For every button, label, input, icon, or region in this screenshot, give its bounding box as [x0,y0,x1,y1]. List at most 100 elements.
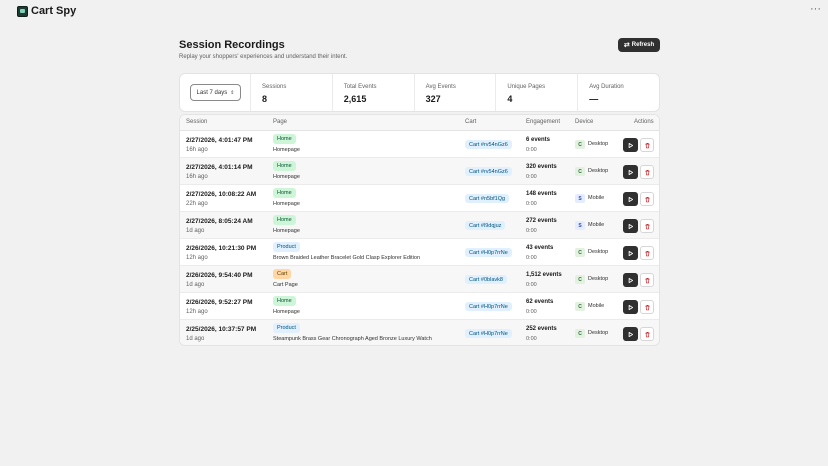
page-name: Steampunk Brass Gear Chronograph Aged Br… [273,336,432,342]
session-age: 16h ago [186,147,208,153]
table-row[interactable]: 2/27/2026, 8:05:24 AM 1d ago Home Homepa… [180,212,659,239]
stat-label: Total Events [343,84,377,90]
stat-value: 4 [507,94,513,104]
cart-badge[interactable]: Cart #n5bf1Qg [465,194,510,203]
table-row[interactable]: 2/27/2026, 10:08:22 AM 22h ago Home Home… [180,185,659,212]
stat-unique-pages: Unique Pages 4 [496,74,579,111]
session-age: 1d ago [186,282,205,288]
cart-badge[interactable]: Cart #H0p7rrNe [465,302,512,311]
trash-icon [644,223,650,229]
date-range-label: Last 7 days [196,89,228,96]
play-button[interactable] [623,327,638,341]
stat-value: 8 [262,94,268,104]
session-date: 2/27/2026, 8:05:24 AM [186,218,253,225]
stat-label: Avg Duration [589,84,624,90]
session-duration: 0:00 [526,255,537,261]
table-row[interactable]: 2/25/2026, 10:37:57 PM 1d ago Product St… [180,320,659,345]
stat-value: 327 [425,94,441,104]
event-count: 1,512 events [526,272,562,278]
trash-icon [644,331,650,337]
date-range-select[interactable]: Last 7 days ⇕ [190,84,241,101]
play-button[interactable] [623,246,638,260]
column-header-page[interactable]: Page [273,119,287,125]
range-filter-cell: Last 7 days ⇕ [180,74,251,111]
cart-badge[interactable]: Cart #rv54nGz6 [465,167,512,176]
delete-button[interactable] [640,219,654,233]
table-body: 2/27/2026, 4:01:47 PM 16h ago Home Homep… [180,131,659,345]
play-icon [628,331,634,337]
device-label: Desktop [588,141,609,147]
delete-button[interactable] [640,300,654,314]
session-date: 2/26/2026, 9:52:27 PM [186,299,253,306]
refresh-label: Refresh [631,42,655,48]
event-count: 148 events [526,191,557,197]
cart-badge[interactable]: Cart #H0p7rrNe [465,248,512,257]
chevron-up-down-icon: ⇕ [230,89,235,96]
session-age: 12h ago [186,309,208,315]
device-icon: C [575,329,585,338]
table-row[interactable]: 2/27/2026, 4:01:47 PM 16h ago Home Homep… [180,131,659,158]
page-title: Session Recordings [179,39,285,51]
more-options-icon[interactable]: ··· [810,3,821,15]
stat-avg-events: Avg Events 327 [415,74,497,111]
page-type-badge: Home [273,161,296,171]
session-duration: 0:00 [526,282,537,288]
refresh-icon: ⇄ [623,41,630,49]
play-icon [628,142,634,148]
trash-icon [644,196,650,202]
play-button[interactable] [623,192,638,206]
cart-badge[interactable]: Cart #rv54nGz6 [465,140,512,149]
cart-badge[interactable]: Cart #l9dqjuz [465,221,506,230]
device-icon: C [575,275,585,284]
play-button[interactable] [623,219,638,233]
play-button[interactable] [623,138,638,152]
page-name: Homepage [273,309,300,315]
delete-button[interactable] [640,165,654,179]
page-type-badge: Home [273,215,296,225]
page-type-badge: Home [273,134,296,144]
event-count: 320 events [526,164,557,170]
table-row[interactable]: 2/27/2026, 4:01:14 PM 16h ago Home Homep… [180,158,659,185]
stat-value: — [589,94,599,104]
device-label: Desktop [588,330,609,336]
trash-icon [644,277,650,283]
trash-icon [644,304,650,310]
table-row[interactable]: 2/26/2026, 9:54:40 PM 1d ago Cart Cart P… [180,266,659,293]
page-name: Homepage [273,228,300,234]
delete-button[interactable] [640,327,654,341]
device-label: Desktop [588,168,609,174]
top-bar: Cart Spy ··· [0,0,828,26]
event-count: 6 events [526,137,551,143]
device-label: Mobile [588,222,605,228]
delete-button[interactable] [640,192,654,206]
delete-button[interactable] [640,138,654,152]
session-date: 2/27/2026, 10:08:22 AM [186,191,257,198]
refresh-button[interactable]: ⇄ Refresh [618,38,660,52]
column-header-session[interactable]: Session [186,119,207,125]
device-icon: S [575,194,585,203]
cart-badge[interactable]: Cart #0blavk8 [465,275,507,284]
play-button[interactable] [623,165,638,179]
session-duration: 0:00 [526,336,537,342]
app-logo-icon [17,6,28,17]
stat-label: Sessions [262,84,287,90]
table-row[interactable]: 2/26/2026, 9:52:27 PM 12h ago Home Homep… [180,293,659,320]
trash-icon [644,142,650,148]
table-row[interactable]: 2/26/2026, 10:21:30 PM 12h ago Product B… [180,239,659,266]
stat-total-events: Total Events 2,615 [333,74,415,111]
delete-button[interactable] [640,246,654,260]
session-age: 1d ago [186,228,205,234]
column-header-engagement[interactable]: Engagement [526,119,560,125]
play-icon [628,223,634,229]
session-date: 2/26/2026, 10:21:30 PM [186,245,257,252]
column-header-cart[interactable]: Cart [465,119,476,125]
play-button[interactable] [623,300,638,314]
delete-button[interactable] [640,273,654,287]
column-header-device[interactable]: Device [575,119,593,125]
play-button[interactable] [623,273,638,287]
stat-value: 2,615 [343,94,367,104]
session-age: 22h ago [186,201,208,207]
cart-badge[interactable]: Cart #H0p7rrNe [465,329,512,338]
sessions-table: Session Page Cart Engagement Device Acti… [179,114,660,346]
stat-label: Avg Events [425,84,456,90]
